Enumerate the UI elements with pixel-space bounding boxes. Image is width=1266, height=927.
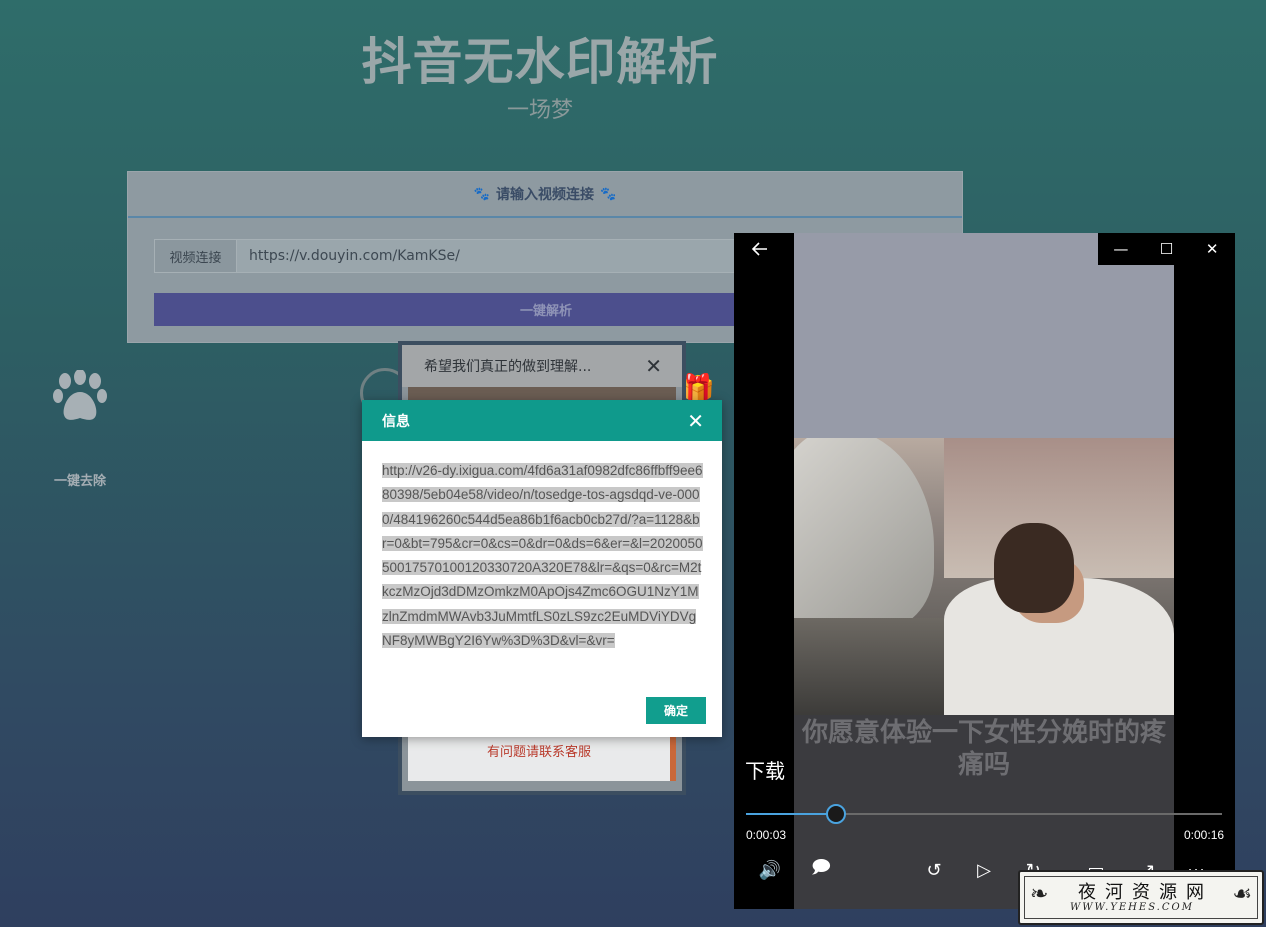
play-icon[interactable]: ▷ [970, 857, 998, 883]
paw-icon: 🐾 [473, 186, 490, 202]
video-player-window: 你愿意体验一下女性分娩时的疼痛吗 — ☐ ✕ 下载 0:00:03 0:00:1… [734, 233, 1235, 909]
subtitles-icon[interactable]: 🗩 [807, 857, 835, 883]
ornament-icon: ☙ [1232, 882, 1252, 907]
notice-dialog-title: 希望我们真正的做到理解... [424, 359, 592, 375]
notice-image [408, 387, 676, 401]
ok-button[interactable]: 确定 [646, 697, 706, 724]
minimize-icon[interactable]: — [1098, 233, 1144, 265]
close-icon[interactable]: ✕ [645, 354, 662, 378]
watermark-url: WWW.YEHES.COM [1070, 902, 1194, 913]
page-title: 抖音无水印解析 [361, 33, 719, 91]
ornament-icon: ❧ [1030, 882, 1049, 907]
skip-back-10-icon[interactable]: ↺ [920, 857, 948, 883]
video-car-hood [794, 438, 934, 628]
feature-remove-label: 一键去除 [53, 474, 106, 489]
back-arrow-icon[interactable] [748, 237, 772, 261]
volume-icon[interactable]: 🔊 [756, 857, 784, 883]
paw-icon [53, 370, 107, 420]
current-time: 0:00:03 [746, 828, 787, 842]
video-caption: 你愿意体验一下女性分娩时的疼痛吗 [801, 718, 1166, 780]
info-dialog-header: 信息 ✕ [362, 400, 722, 441]
video-frame[interactable] [794, 438, 1174, 715]
panel-header-label: 请输入视频连接 [496, 187, 594, 203]
video-url-selection: http://v26-dy.ixigua.com/4fd6a31af0982df… [382, 463, 703, 649]
seek-progress [746, 813, 836, 815]
video-link-label: 视频连接 [155, 240, 237, 272]
download-label[interactable]: 下载 [745, 755, 785, 784]
seek-thumb[interactable] [826, 804, 846, 824]
maximize-icon[interactable]: ☐ [1144, 233, 1190, 265]
page-subtitle: 一场梦 [506, 98, 573, 123]
close-icon[interactable]: ✕ [1189, 233, 1235, 265]
video-url-text[interactable]: http://v26-dy.ixigua.com/4fd6a31af0982df… [382, 459, 703, 653]
panel-header: 🐾 请输入视频连接 🐾 [128, 172, 962, 218]
site-watermark: ❧ ☙ 夜河资源网 WWW.YEHES.COM [1018, 870, 1264, 925]
notice-dialog-header: 希望我们真正的做到理解... ✕ [402, 345, 682, 387]
info-dialog: 信息 ✕ http://v26-dy.ixigua.com/4fd6a31af0… [362, 400, 722, 737]
window-controls: — ☐ ✕ [1098, 233, 1235, 265]
close-icon[interactable]: ✕ [687, 409, 704, 433]
total-time: 0:00:16 [1184, 828, 1225, 842]
contact-support-link[interactable]: 有问题请联系客服 [408, 741, 670, 760]
video-person-hair [994, 523, 1074, 613]
watermark-name: 夜河资源网 [1078, 882, 1213, 903]
paw-icon: 🐾 [600, 186, 617, 202]
info-dialog-title: 信息 [382, 413, 410, 430]
